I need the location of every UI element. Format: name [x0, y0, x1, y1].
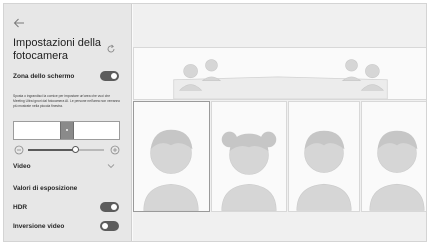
mirror-video-label: Inversione video: [13, 223, 65, 230]
avatar: [296, 130, 352, 211]
zoom-out-icon[interactable]: [14, 145, 24, 155]
panoramic-view: [133, 47, 426, 100]
hdr-toggle[interactable]: [100, 202, 119, 212]
back-arrow-icon[interactable]: [13, 17, 25, 29]
video-section-label: Video: [13, 163, 31, 170]
screen-area-description: Sposta o ingrandisci la cornice per impo…: [13, 94, 121, 108]
camera-settings-window: Impostazioni della fotocamera Zona dello…: [3, 3, 427, 242]
screen-area-toggle[interactable]: [100, 71, 119, 81]
mirror-video-toggle[interactable]: [100, 221, 119, 231]
screen-area-selection-frame[interactable]: [60, 122, 74, 139]
video-tile[interactable]: [361, 101, 426, 212]
panel-title: Impostazioni della fotocamera: [13, 37, 102, 62]
reset-icon[interactable]: [106, 44, 116, 54]
drag-handle[interactable]: [66, 129, 68, 131]
video-tile[interactable]: [211, 101, 287, 212]
toggle-knob: [111, 204, 117, 210]
zoom-slider-fill: [28, 149, 76, 151]
screen-area-preview: [13, 121, 120, 140]
zoom-slider[interactable]: [28, 146, 104, 153]
zoom-in-icon[interactable]: [110, 145, 120, 155]
screen-area-label: Zona dello schermo: [13, 73, 75, 80]
toggle-knob: [102, 223, 108, 229]
chevron-down-icon[interactable]: [107, 163, 115, 169]
avatar: [143, 129, 199, 211]
zoom-slider-thumb[interactable]: [71, 146, 79, 153]
camera-preview-gallery: [133, 4, 426, 241]
exposure-label[interactable]: Valori di esposizione: [13, 185, 77, 192]
room-people-illustration: [173, 59, 388, 99]
camera-settings-panel: Impostazioni della fotocamera Zona dello…: [4, 4, 132, 241]
avatar: [369, 130, 425, 211]
video-tile[interactable]: [288, 101, 360, 212]
hdr-label: HDR: [13, 204, 28, 211]
video-tile[interactable]: [133, 101, 210, 212]
avatar: [221, 131, 277, 211]
toggle-knob: [111, 73, 117, 79]
